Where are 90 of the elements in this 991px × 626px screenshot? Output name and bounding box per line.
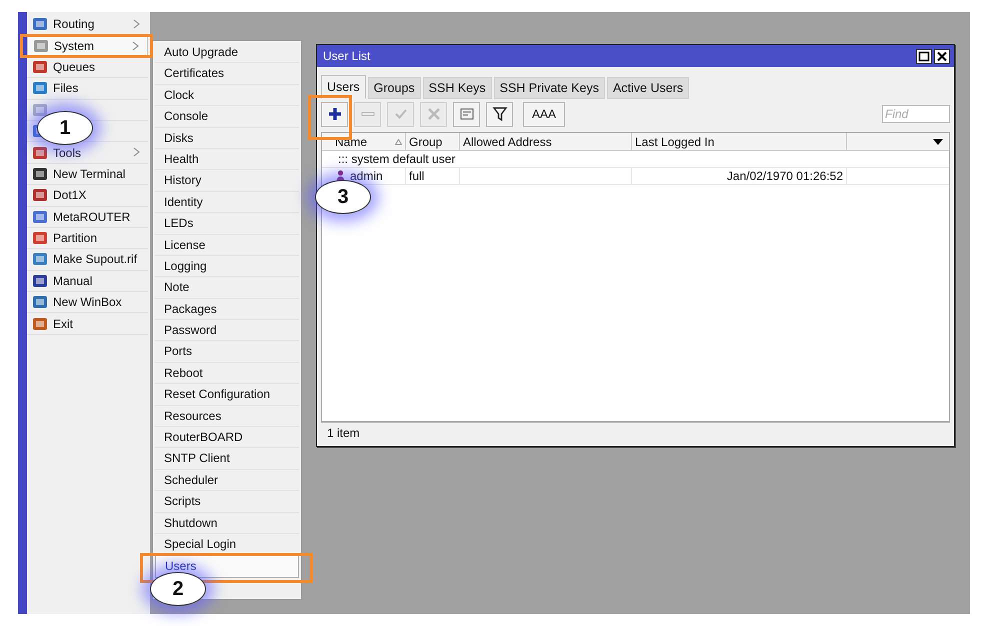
submenu-item[interactable]: Disks [155, 128, 299, 149]
menu-label: Dot1X [53, 188, 86, 202]
submenu-item[interactable]: Special Login [155, 534, 299, 556]
dropdown-icon [933, 138, 943, 144]
window-title: User List [323, 49, 370, 63]
menu-label: Routing [53, 17, 94, 32]
menu-item[interactable]: Routing [27, 14, 148, 36]
menu-icon [32, 81, 48, 96]
menu-icon [32, 146, 48, 160]
menu-label: Exit [53, 316, 74, 331]
comment-row-text: ::: system default user [337, 152, 456, 166]
menu-label: Queues [53, 60, 96, 74]
menu-icon [32, 252, 48, 266]
menu-item[interactable]: New Terminal [27, 164, 148, 186]
column-header[interactable]: Last Logged In [632, 133, 847, 150]
menu-icon [32, 316, 48, 331]
menu-label: MetaROUTER [53, 210, 130, 224]
menu-item[interactable]: MetaROUTER [27, 206, 148, 228]
submenu-item[interactable]: Certificates [155, 63, 299, 85]
submenu-item[interactable]: RouterBOARD [155, 427, 299, 448]
submenu-item[interactable]: Users [155, 555, 299, 578]
menu-label: New Terminal [53, 166, 126, 181]
menu-item[interactable]: Partition [27, 228, 148, 250]
add-button[interactable] [321, 102, 348, 126]
highlight-frame [308, 95, 352, 140]
menu-label: Make Supout.rif [53, 252, 138, 266]
close-icon[interactable] [934, 48, 950, 64]
submenu-item[interactable]: Identity [155, 192, 299, 214]
submenu-item[interactable]: License [155, 234, 299, 256]
submenu-item[interactable]: Resources [155, 406, 299, 428]
tab[interactable]: Groups [368, 77, 421, 99]
filter-button[interactable] [486, 102, 513, 126]
find-field[interactable]: Find [882, 105, 950, 123]
menu-icon [33, 39, 49, 54]
submenu-item[interactable]: Ports [155, 341, 299, 363]
menu-icon [32, 295, 48, 310]
menu-label: New WinBox [53, 295, 122, 310]
submenu-item[interactable]: Console [155, 106, 299, 128]
menu-icon [32, 17, 48, 32]
tab[interactable]: SSH Keys [422, 77, 492, 99]
submenu-item[interactable]: Auto Upgrade [155, 42, 299, 64]
menu-label: Files [53, 81, 78, 96]
menu-icon [32, 231, 48, 246]
submenu-item[interactable]: Clock [155, 84, 299, 106]
menu-item[interactable]: New WinBox [27, 292, 148, 314]
submenu-item[interactable]: Logging [155, 256, 299, 278]
menu-item[interactable]: Exit [27, 313, 148, 335]
submenu-item[interactable]: Packages [155, 298, 299, 320]
column-header[interactable]: Group [406, 133, 460, 150]
submenu-item[interactable]: History [155, 170, 299, 192]
tab[interactable]: SSH Private Keys [494, 77, 605, 99]
submenu-item[interactable]: Shutdown [155, 512, 299, 534]
menu-label: Partition [53, 231, 98, 246]
status-text: 1 item [327, 426, 360, 440]
submenu-item[interactable]: LEDs [155, 213, 299, 235]
menu-icon [32, 210, 48, 224]
submenu-item[interactable]: Health [155, 148, 299, 170]
menu-icon [32, 102, 48, 117]
submenu-item[interactable]: Note [155, 277, 299, 299]
menu-item[interactable]: Dot1X [27, 185, 148, 207]
menu-icon [32, 188, 48, 202]
filter-icon [492, 106, 508, 122]
menu-label: Manual [53, 274, 92, 288]
column-header[interactable]: Allowed Address [460, 133, 632, 150]
menu-label: Tools [53, 146, 82, 160]
menu-icon [32, 60, 48, 74]
submenu-item[interactable]: Reset Configuration [155, 384, 299, 406]
note-icon [458, 106, 474, 122]
submenu-item[interactable]: SNTP Client [155, 448, 299, 470]
aaa-button[interactable]: AAA [523, 102, 565, 126]
tab[interactable]: Active Users [606, 77, 690, 99]
maximize-icon[interactable] [916, 48, 932, 64]
menu-item[interactable]: Queues [27, 56, 148, 78]
menu-icon [32, 274, 48, 288]
menu-item[interactable]: Files [27, 78, 148, 100]
table-cell: Jan/02/1970 01:26:52 [726, 169, 843, 183]
submenu-item[interactable]: Scripts [155, 491, 299, 513]
menu-item[interactable]: Manual [27, 270, 148, 292]
table-cell: admin [350, 169, 383, 183]
cross-icon [426, 106, 442, 122]
menu-icon [32, 166, 48, 181]
tab[interactable]: Users [321, 75, 366, 99]
menu-item[interactable]: Make Supout.rif [27, 249, 148, 271]
comment-button[interactable] [453, 102, 480, 126]
plus-icon [326, 106, 342, 122]
submenu-item[interactable]: Reboot [155, 362, 299, 384]
submenu-item[interactable]: Scheduler [155, 470, 299, 492]
menu-label: System [54, 39, 94, 54]
table-cell: full [409, 169, 424, 183]
submenu-item[interactable]: Password [155, 320, 299, 342]
